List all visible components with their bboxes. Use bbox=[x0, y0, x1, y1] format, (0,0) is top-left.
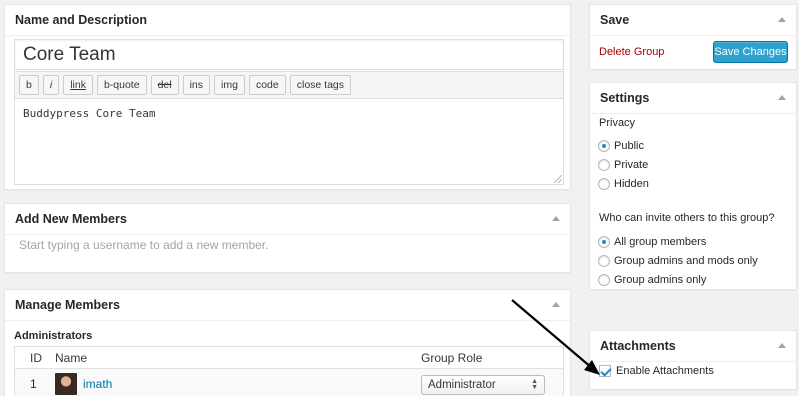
image-button[interactable]: img bbox=[214, 75, 245, 95]
invite-admins-only-radio[interactable]: Group admins only bbox=[598, 274, 706, 286]
privacy-private-radio[interactable]: Private bbox=[598, 159, 648, 171]
radio-label: Public bbox=[614, 140, 644, 152]
privacy-public-radio[interactable]: Public bbox=[598, 140, 644, 152]
resize-handle-icon[interactable] bbox=[554, 175, 562, 183]
invite-all-members-radio[interactable]: All group members bbox=[598, 236, 706, 248]
radio-label: All group members bbox=[614, 236, 707, 248]
panel-header: Settings bbox=[590, 83, 796, 114]
blockquote-button[interactable]: b-quote bbox=[96, 75, 147, 95]
panel-header: Attachments bbox=[590, 331, 796, 362]
avatar bbox=[55, 373, 77, 395]
radio-label: Private bbox=[614, 159, 649, 171]
save-panel: Save Delete Group Save Changes bbox=[589, 4, 797, 70]
panel-title: Name and Description bbox=[15, 13, 147, 27]
add-members-panel: Add New Members Start typing a username … bbox=[4, 203, 571, 273]
collapse-arrow-icon[interactable] bbox=[777, 93, 787, 103]
bold-button[interactable]: b bbox=[19, 75, 39, 95]
table-row: 1 imath Administrator ▲ ▼ bbox=[15, 369, 563, 396]
invite-admins-mods-radio[interactable]: Group admins and mods only bbox=[598, 255, 758, 267]
member-id: 1 bbox=[30, 377, 37, 391]
invite-label: Who can invite others to this group? bbox=[599, 212, 775, 224]
table-header: ID Name Group Role bbox=[15, 347, 563, 369]
quicktags-toolbar: b i link b-quote del ins img code close … bbox=[14, 71, 564, 99]
panel-header: Save bbox=[590, 5, 796, 36]
checkbox-label: Enable Attachments bbox=[616, 365, 714, 377]
description-text: Buddypress Core Team bbox=[23, 107, 156, 120]
delete-group-link[interactable]: Delete Group bbox=[599, 46, 664, 58]
panel-title: Settings bbox=[600, 91, 650, 105]
member-link[interactable]: imath bbox=[83, 377, 112, 391]
collapse-arrow-icon[interactable] bbox=[777, 341, 787, 351]
panel-title: Attachments bbox=[600, 339, 676, 353]
panel-title: Manage Members bbox=[15, 298, 120, 312]
enable-attachments-checkbox[interactable]: Enable Attachments bbox=[599, 365, 714, 377]
section-heading: Administrators bbox=[14, 330, 93, 342]
save-changes-button[interactable]: Save Changes bbox=[713, 41, 788, 63]
group-name-input[interactable]: Core Team bbox=[14, 39, 564, 70]
column-name: Name bbox=[55, 350, 88, 365]
add-member-input[interactable]: Start typing a username to add a new mem… bbox=[19, 238, 268, 252]
insert-text-button[interactable]: ins bbox=[182, 75, 211, 95]
column-id: ID bbox=[30, 350, 42, 365]
link-button[interactable]: link bbox=[63, 75, 93, 95]
role-value: Administrator bbox=[428, 379, 496, 391]
radio-label: Group admins only bbox=[614, 274, 707, 286]
settings-panel: Settings Privacy Public Private Hidden W… bbox=[589, 82, 797, 290]
radio-icon bbox=[598, 159, 610, 171]
radio-icon bbox=[598, 274, 610, 286]
member-name-cell: imath bbox=[51, 373, 421, 395]
privacy-label: Privacy bbox=[599, 117, 636, 129]
close-tags-button[interactable]: close tags bbox=[289, 75, 352, 95]
radio-label: Group admins and mods only bbox=[614, 255, 758, 267]
code-button[interactable]: code bbox=[248, 75, 286, 95]
collapse-arrow-icon[interactable] bbox=[777, 15, 787, 25]
radio-icon bbox=[598, 178, 610, 190]
description-textarea[interactable]: Buddypress Core Team bbox=[14, 98, 564, 185]
radio-label: Hidden bbox=[614, 178, 649, 190]
radio-icon bbox=[598, 140, 610, 152]
panel-title: Add New Members bbox=[15, 212, 127, 226]
manage-members-panel: Manage Members Administrators ID Name Gr… bbox=[4, 289, 571, 396]
attachments-panel: Attachments Enable Attachments bbox=[589, 330, 797, 390]
delete-text-button[interactable]: del bbox=[150, 75, 179, 95]
privacy-hidden-radio[interactable]: Hidden bbox=[598, 178, 649, 190]
panel-header: Add New Members bbox=[5, 204, 570, 235]
annotation-arrow-icon bbox=[511, 299, 600, 375]
radio-icon bbox=[598, 236, 610, 248]
name-description-panel: Name and Description Core Team b i link … bbox=[4, 4, 571, 190]
panel-title: Save bbox=[600, 13, 630, 27]
panel-header: Name and Description bbox=[5, 5, 570, 36]
italic-button[interactable]: i bbox=[42, 75, 60, 95]
radio-icon bbox=[598, 255, 610, 267]
collapse-arrow-icon[interactable] bbox=[551, 214, 561, 224]
members-table: ID Name Group Role 1 imath Administrator… bbox=[14, 346, 564, 396]
panel-header: Manage Members bbox=[5, 290, 570, 321]
